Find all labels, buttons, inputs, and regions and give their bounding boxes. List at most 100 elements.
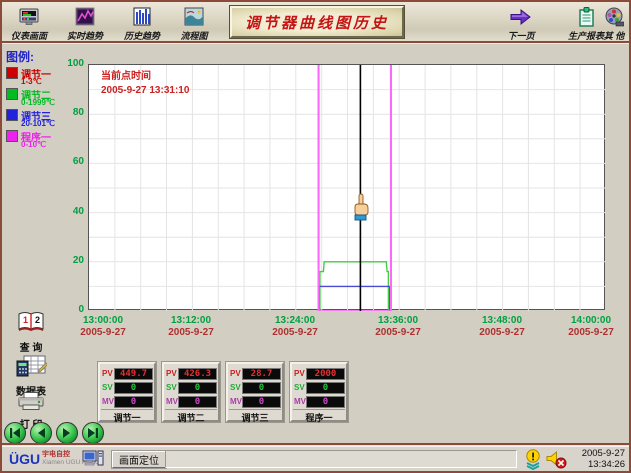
mv-label: MV bbox=[294, 397, 306, 406]
y-axis-tick: 60 bbox=[58, 156, 84, 167]
legend-series-range: 20-101℃ bbox=[21, 119, 55, 128]
instrument-screen-icon bbox=[6, 6, 52, 28]
panel-title: 调节一 bbox=[101, 409, 153, 424]
sv-display: 0 bbox=[306, 382, 345, 394]
pv-label: PV bbox=[102, 369, 113, 378]
toolbar-button-instrument-screen[interactable]: 仪表画面 bbox=[6, 6, 52, 42]
toolbar-button-misc[interactable]: 其 他 bbox=[599, 6, 629, 42]
legend-series-range: 1-3℃ bbox=[21, 77, 42, 86]
y-axis-tick: 40 bbox=[58, 206, 84, 217]
controller-panel-3: PV28.7 SV0 MV0 调节三 bbox=[226, 362, 284, 422]
svg-text:2: 2 bbox=[35, 315, 40, 325]
toolbar-button-next-page[interactable]: 下一页 bbox=[498, 6, 544, 42]
mv-label: MV bbox=[102, 397, 114, 406]
previous-page-button[interactable] bbox=[30, 422, 52, 444]
x-axis-date: 2005-9-27 bbox=[73, 327, 133, 338]
toolbar-separator bbox=[2, 41, 629, 44]
query-icon: 1 2 bbox=[17, 310, 45, 334]
alarm-icon[interactable] bbox=[524, 449, 542, 470]
pv-label: PV bbox=[166, 369, 177, 378]
trend-plot-area[interactable]: 当前点时间 2005-9-27 13:31:10 bbox=[88, 64, 605, 310]
screen-locate-button[interactable]: 画面定位 bbox=[112, 451, 166, 468]
panel-title: 调节二 bbox=[165, 409, 217, 424]
previous-icon bbox=[35, 427, 47, 439]
query-button[interactable]: 1 2 查 询 bbox=[10, 310, 52, 354]
sv-label: SV bbox=[166, 383, 177, 392]
query-label: 查 询 bbox=[10, 339, 52, 354]
controller-panel-1: PV449.7 SV0 MV0 调节一 bbox=[98, 362, 156, 422]
misc-icon bbox=[599, 6, 629, 28]
legend-series-range: 0-10℃ bbox=[21, 140, 46, 149]
x-axis-time: 14:00:00 bbox=[561, 315, 621, 326]
skip-last-icon bbox=[87, 427, 99, 439]
mv-display: 0 bbox=[114, 396, 153, 408]
panel-title: 调节三 bbox=[229, 409, 281, 424]
chart-canvas bbox=[89, 65, 606, 311]
x-axis-time: 13:36:00 bbox=[368, 315, 428, 326]
cursor-time-annotation: 当前点时间 2005-9-27 13:31:10 bbox=[101, 70, 189, 98]
x-axis-date: 2005-9-27 bbox=[265, 327, 325, 338]
cursor-time-label: 当前点时间 bbox=[101, 70, 189, 84]
history-trend-icon bbox=[118, 6, 166, 28]
program-panel: PV2000 SV0 MV0 程序一 bbox=[290, 362, 348, 422]
mv-label: MV bbox=[166, 397, 178, 406]
computer-icon bbox=[82, 449, 104, 473]
x-axis-date: 2005-9-27 bbox=[161, 327, 221, 338]
toolbar-button-realtime-trend[interactable]: 实时趋势 bbox=[61, 6, 109, 42]
status-message-strip bbox=[165, 450, 517, 468]
y-axis-tick: 100 bbox=[58, 58, 84, 69]
svg-text:1: 1 bbox=[23, 315, 28, 325]
window-border-top bbox=[0, 0, 631, 2]
sv-label: SV bbox=[102, 383, 113, 392]
cursor-time-value: 2005-9-27 13:31:10 bbox=[101, 84, 189, 98]
status-date: 2005-9-27 bbox=[563, 448, 625, 459]
sv-label: SV bbox=[294, 383, 305, 392]
pv-label: PV bbox=[294, 369, 305, 378]
realtime-trend-icon bbox=[61, 6, 109, 28]
hmi-window: 仪表画面 实时趋势 历史趋势 流程图 调节器曲线图历史 bbox=[0, 0, 631, 473]
x-axis-time: 13:48:00 bbox=[472, 315, 532, 326]
last-page-button[interactable] bbox=[82, 422, 104, 444]
legend-swatch bbox=[6, 109, 18, 121]
toolbar-button-history-trend[interactable]: 历史趋势 bbox=[118, 6, 166, 42]
legend-title: 图例: bbox=[6, 48, 34, 65]
legend-item: 程序一 0-10℃ bbox=[6, 129, 86, 150]
x-axis-date: 2005-9-27 bbox=[561, 327, 621, 338]
mv-display: 0 bbox=[242, 396, 281, 408]
page-title: 调节器曲线图历史 bbox=[245, 12, 389, 33]
panel-title: 程序一 bbox=[293, 409, 345, 424]
ugu-logo: ÜGU bbox=[9, 451, 40, 467]
pv-display: 28.7 bbox=[242, 368, 281, 380]
y-axis-tick: 80 bbox=[58, 107, 84, 118]
toolbar: 仪表画面 实时趋势 历史趋势 流程图 调节器曲线图历史 bbox=[2, 2, 629, 41]
next-page-button[interactable] bbox=[56, 422, 78, 444]
sv-label: SV bbox=[230, 383, 241, 392]
skip-first-icon bbox=[9, 427, 21, 439]
first-page-button[interactable] bbox=[4, 422, 26, 444]
status-time: 13:34:26 bbox=[563, 459, 625, 470]
toolbar-button-flowchart[interactable]: 流程图 bbox=[171, 6, 217, 42]
statusbar: ÜGU 宇电自控 Xiamen UGU AI Inc 画面定位 2005-9-2… bbox=[2, 446, 629, 471]
legend-item: 调节二 0-1999℃ bbox=[6, 87, 86, 108]
legend-series-range: 0-1999℃ bbox=[21, 98, 55, 107]
legend-swatch bbox=[6, 88, 18, 100]
legend-swatch bbox=[6, 67, 18, 79]
clock: 2005-9-27 13:34:26 bbox=[563, 448, 625, 470]
x-axis-time: 13:24:00 bbox=[265, 315, 325, 326]
data-table-icon bbox=[15, 354, 47, 378]
mv-display: 0 bbox=[178, 396, 217, 408]
next-page-icon bbox=[498, 6, 544, 28]
x-axis-date: 2005-9-27 bbox=[472, 327, 532, 338]
page-title-plaque: 调节器曲线图历史 bbox=[230, 6, 404, 38]
x-axis-date: 2005-9-27 bbox=[368, 327, 428, 338]
next-icon bbox=[61, 427, 73, 439]
print-icon bbox=[17, 392, 45, 411]
pv-label: PV bbox=[230, 369, 241, 378]
y-axis-tick: 20 bbox=[58, 255, 84, 266]
legend-swatch bbox=[6, 130, 18, 142]
x-axis-time: 13:12:00 bbox=[161, 315, 221, 326]
flowchart-icon bbox=[171, 6, 217, 28]
y-axis-tick: 0 bbox=[58, 304, 84, 315]
window-border-left bbox=[0, 0, 2, 473]
sv-display: 0 bbox=[114, 382, 153, 394]
